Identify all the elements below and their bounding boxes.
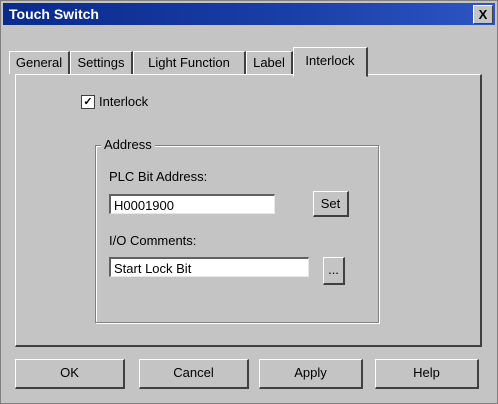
ok-button[interactable]: OK xyxy=(15,359,125,389)
help-button[interactable]: Help xyxy=(375,359,479,389)
set-button[interactable]: Set xyxy=(313,191,349,217)
window-title: Touch Switch xyxy=(9,6,99,22)
io-comments-input[interactable]: Start Lock Bit xyxy=(109,257,309,277)
cancel-button[interactable]: Cancel xyxy=(139,359,249,389)
plc-bit-address-label: PLC Bit Address: xyxy=(109,169,208,184)
apply-button[interactable]: Apply xyxy=(259,359,363,389)
tab-label[interactable]: Label xyxy=(246,51,293,74)
plc-bit-address-input[interactable]: H0001900 xyxy=(109,194,275,214)
interlock-checkbox-label[interactable]: Interlock xyxy=(99,94,148,109)
tab-light-function[interactable]: Light Function xyxy=(133,51,246,74)
browse-comments-button[interactable]: ... xyxy=(323,257,345,285)
title-bar[interactable]: Touch Switch X xyxy=(3,3,495,25)
close-button[interactable]: X xyxy=(473,5,493,24)
io-comments-label: I/O Comments: xyxy=(109,233,197,248)
address-group-label: Address xyxy=(101,137,155,152)
tab-general[interactable]: General xyxy=(9,51,70,74)
touch-switch-dialog: Touch Switch X General Settings Light Fu… xyxy=(0,0,498,404)
tab-interlock[interactable]: Interlock xyxy=(293,47,368,77)
tab-settings[interactable]: Settings xyxy=(70,51,133,74)
interlock-checkbox[interactable]: ✓ xyxy=(81,95,95,109)
